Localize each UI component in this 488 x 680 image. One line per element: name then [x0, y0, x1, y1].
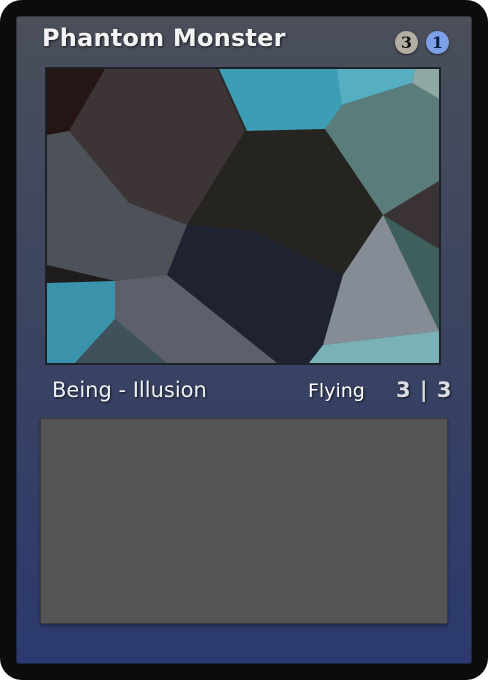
card-name: Phantom Monster	[42, 24, 286, 52]
card-art-image	[47, 69, 439, 363]
power-toughness: 3 | 3	[396, 378, 453, 402]
type-line: Being - Illusion	[52, 378, 207, 402]
mana-symbol-generic-icon: 3	[395, 31, 418, 54]
mana-symbol-blue-icon: 1	[426, 31, 449, 54]
keyword-ability: Flying	[308, 380, 365, 402]
card-art	[45, 67, 441, 365]
card-border: Phantom Monster 3 1 Being - Illusion Fly	[0, 0, 488, 680]
rules-text-box	[40, 418, 448, 624]
